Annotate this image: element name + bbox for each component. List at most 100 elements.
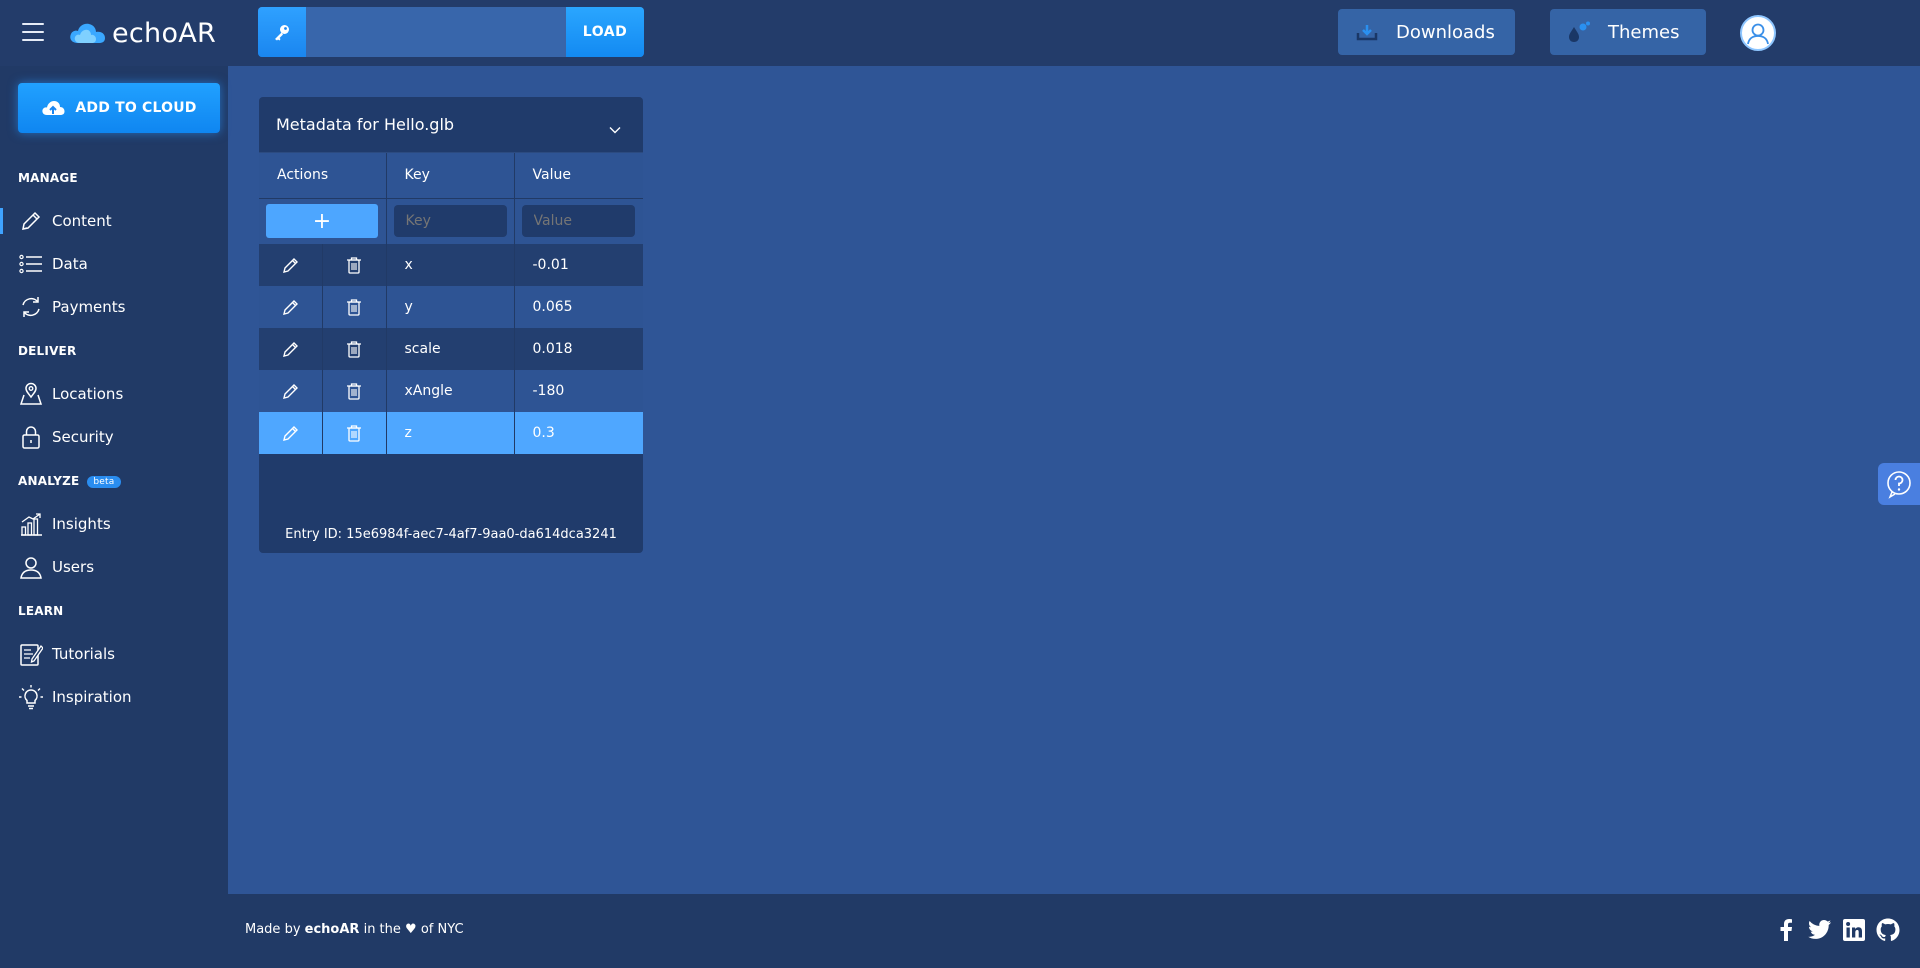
bar-chart-icon <box>18 511 44 537</box>
edit-cell <box>259 370 323 412</box>
linkedin-icon[interactable] <box>1842 918 1866 942</box>
footer-of-nyc: of NYC <box>420 922 464 937</box>
user-icon <box>18 554 44 580</box>
metadata-card-title: Metadata for Hello.glb <box>276 115 455 134</box>
help-question-icon[interactable] <box>1878 463 1920 505</box>
edit-cell <box>259 286 323 328</box>
sidebar-item-label: Security <box>52 428 114 446</box>
edit-cell <box>259 328 323 370</box>
themes-label: Themes <box>1608 21 1680 43</box>
delete-cell <box>322 286 387 328</box>
cloud-upload-icon <box>41 99 65 117</box>
load-button[interactable]: LOAD <box>566 7 644 57</box>
footer: Made by echoAR in the ♥ of NYC <box>0 894 1920 968</box>
pencil-edit-icon[interactable] <box>259 298 322 316</box>
footer-in-the: in the <box>363 922 401 937</box>
trash-icon[interactable] <box>323 340 386 358</box>
row-value: -180 <box>514 370 643 412</box>
row-value: 0.3 <box>514 412 643 454</box>
pencil-edit-icon[interactable] <box>259 382 322 400</box>
twitter-icon[interactable] <box>1808 918 1832 942</box>
row-value: 0.065 <box>514 286 643 328</box>
sidebar-item-label: Users <box>52 558 95 576</box>
sidebar-item-label: Content <box>52 212 112 230</box>
metadata-card-header[interactable]: Metadata for Hello.glb <box>259 97 643 153</box>
sidebar-item-label: Insights <box>52 515 111 533</box>
new-key-input[interactable] <box>393 205 507 238</box>
row-value: 0.018 <box>514 328 643 370</box>
edit-cell <box>259 412 323 454</box>
pencil-edit-icon[interactable] <box>259 340 322 358</box>
footer-made-by: Made by <box>245 922 301 937</box>
logo[interactable]: echoAR <box>68 14 216 52</box>
row-key: y <box>386 286 515 328</box>
row-key: z <box>386 412 515 454</box>
downloads-button[interactable]: Downloads <box>1338 9 1515 55</box>
pencil-icon <box>18 208 44 234</box>
row-key: x <box>386 244 515 286</box>
sidebar-item-inspiration[interactable]: Inspiration <box>0 678 228 716</box>
sidebar-item-payments[interactable]: Payments <box>0 288 228 326</box>
table-row[interactable]: x -0.01 <box>259 244 643 286</box>
table-row[interactable]: scale 0.018 <box>259 328 643 370</box>
add-to-cloud-button[interactable]: ADD TO CLOUD <box>18 83 220 133</box>
sidebar-item-label: Tutorials <box>52 645 115 663</box>
themes-button[interactable]: Themes <box>1550 9 1706 55</box>
pencil-edit-icon[interactable] <box>259 424 322 442</box>
sidebar-item-security[interactable]: Security <box>0 418 228 456</box>
chevron-down-icon[interactable] <box>609 119 621 138</box>
sidebar-item-label: Locations <box>52 385 124 403</box>
key-icon[interactable] <box>258 7 306 57</box>
new-value-input[interactable] <box>521 205 635 238</box>
top-bar: echoAR LOAD Downloads Themes <box>0 0 1920 66</box>
sidebar-item-label: Payments <box>52 298 126 316</box>
row-value: -0.01 <box>514 244 643 286</box>
social-links <box>1774 918 1900 942</box>
metadata-table: Actions Key Value + x -0.01 <box>259 153 643 454</box>
refresh-cycle-icon <box>18 294 44 320</box>
table-row[interactable]: y 0.065 <box>259 286 643 328</box>
delete-cell <box>322 328 387 370</box>
logo-text: echoAR <box>112 17 217 49</box>
delete-cell <box>322 244 387 286</box>
download-icon <box>1354 21 1380 43</box>
trash-icon[interactable] <box>323 382 386 400</box>
sidebar-item-locations[interactable]: Locations <box>0 375 228 413</box>
section-learn: LEARN <box>18 604 64 618</box>
pencil-edit-icon[interactable] <box>259 256 322 274</box>
section-analyze-label: ANALYZE <box>18 474 80 488</box>
trash-icon[interactable] <box>323 424 386 442</box>
delete-cell <box>322 412 387 454</box>
facebook-icon[interactable] <box>1774 918 1798 942</box>
lock-icon <box>18 424 44 450</box>
map-pin-icon <box>18 381 44 407</box>
trash-icon[interactable] <box>323 256 386 274</box>
user-avatar-icon[interactable] <box>1740 15 1776 51</box>
sidebar-item-users[interactable]: Users <box>0 548 228 586</box>
column-header-actions: Actions <box>259 153 387 199</box>
table-row-selected[interactable]: z 0.3 <box>259 412 643 454</box>
sidebar-item-content[interactable]: Content <box>0 202 228 240</box>
sidebar-item-insights[interactable]: Insights <box>0 505 228 543</box>
beta-badge: beta <box>87 475 121 488</box>
add-entry-button[interactable]: + <box>266 204 378 239</box>
cloud-logo-icon <box>70 23 105 43</box>
sidebar-item-label: Data <box>52 255 88 273</box>
metadata-card: Metadata for Hello.glb Actions Key Value… <box>259 97 643 553</box>
sidebar: ADD TO CLOUD MANAGE Content Data Payment… <box>0 66 228 894</box>
new-entry-value-cell <box>514 198 643 244</box>
trash-icon[interactable] <box>323 298 386 316</box>
sidebar-item-tutorials[interactable]: Tutorials <box>0 635 228 673</box>
downloads-label: Downloads <box>1396 21 1495 43</box>
github-icon[interactable] <box>1876 918 1900 942</box>
footer-brand-link[interactable]: echoAR <box>305 922 360 937</box>
sidebar-item-data[interactable]: Data <box>0 245 228 283</box>
api-key-input[interactable] <box>306 7 564 57</box>
sidebar-item-label: Inspiration <box>52 688 132 706</box>
notepad-icon <box>18 641 44 667</box>
hamburger-menu-icon[interactable] <box>22 23 44 41</box>
new-entry-key-cell <box>386 198 515 244</box>
column-header-value: Value <box>514 153 643 199</box>
section-deliver: DELIVER <box>18 344 77 358</box>
table-row[interactable]: xAngle -180 <box>259 370 643 412</box>
